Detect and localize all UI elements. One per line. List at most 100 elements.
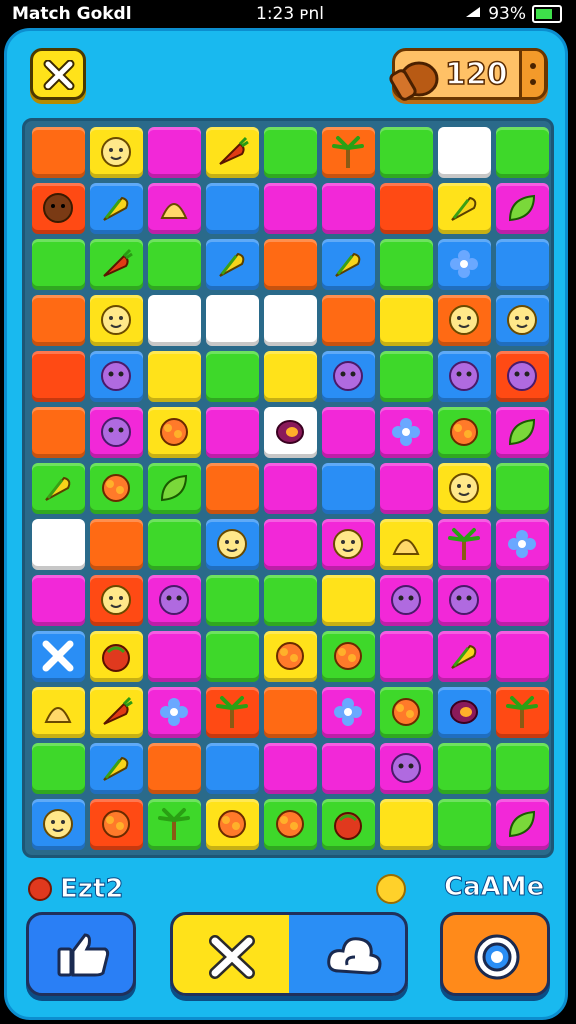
board-tile[interactable] [264,799,317,850]
board-tile[interactable] [90,631,143,682]
action-button-group[interactable] [170,912,408,996]
board-tile[interactable] [438,239,491,290]
board-tile[interactable] [438,351,491,402]
board-tile[interactable] [438,799,491,850]
board-tile[interactable] [206,351,259,402]
board-tile[interactable] [32,631,85,682]
board-tile[interactable] [496,687,549,738]
board-tile[interactable] [32,519,85,570]
board-tile[interactable] [90,519,143,570]
board-tile[interactable] [264,519,317,570]
board-tile[interactable] [206,239,259,290]
board-tile[interactable] [496,519,549,570]
board-tile[interactable] [148,351,201,402]
board-tile[interactable] [90,687,143,738]
board-tile[interactable] [322,631,375,682]
board-tile[interactable] [322,127,375,178]
board-tile[interactable] [264,463,317,514]
board-tile[interactable] [206,687,259,738]
board-tile[interactable] [148,519,201,570]
board-tile[interactable] [32,743,85,794]
board-tile[interactable] [148,575,201,626]
board-tile[interactable] [496,183,549,234]
board-tile[interactable] [148,183,201,234]
board-tile[interactable] [90,407,143,458]
board-tile[interactable] [322,351,375,402]
board-tile[interactable] [90,799,143,850]
board-tile[interactable] [264,743,317,794]
board-tile[interactable] [380,463,433,514]
board-tile[interactable] [496,127,549,178]
board-tile[interactable] [148,631,201,682]
board-tile[interactable] [32,351,85,402]
board-tile[interactable] [90,351,143,402]
board-tile[interactable] [438,687,491,738]
board-tile[interactable] [90,127,143,178]
board-tile[interactable] [206,295,259,346]
board-tile[interactable] [148,295,201,346]
board-tile[interactable] [380,407,433,458]
board-tile[interactable] [32,799,85,850]
board-tile[interactable] [148,687,201,738]
board-tile[interactable] [264,407,317,458]
board-tile[interactable] [496,743,549,794]
board-tile[interactable] [496,407,549,458]
board-tile[interactable] [264,631,317,682]
board-tile[interactable] [32,127,85,178]
board-tile[interactable] [380,799,433,850]
board-tile[interactable] [380,687,433,738]
board-tile[interactable] [380,127,433,178]
board-tile[interactable] [206,799,259,850]
board-tile[interactable] [496,799,549,850]
board-tile[interactable] [32,463,85,514]
board-tile[interactable] [496,239,549,290]
board-tile[interactable] [380,631,433,682]
board-tile[interactable] [322,407,375,458]
board-tile[interactable] [380,183,433,234]
board-tile[interactable] [496,575,549,626]
board-tile[interactable] [496,351,549,402]
board-tile[interactable] [206,407,259,458]
board-tile[interactable] [322,687,375,738]
board-tile[interactable] [264,127,317,178]
board-tile[interactable] [380,743,433,794]
board-tile[interactable] [264,575,317,626]
board-tile[interactable] [90,575,143,626]
board-tile[interactable] [438,183,491,234]
board-tile[interactable] [438,519,491,570]
board-tile[interactable] [496,295,549,346]
board-tile[interactable] [90,463,143,514]
board-tile[interactable] [322,575,375,626]
board-tile[interactable] [148,463,201,514]
board-tile[interactable] [264,351,317,402]
settings-button[interactable] [440,912,550,996]
board-tile[interactable] [206,519,259,570]
close-icon[interactable] [207,935,257,979]
board-tile[interactable] [264,239,317,290]
board-tile[interactable] [380,575,433,626]
close-button[interactable] [30,48,86,100]
board-tile[interactable] [438,127,491,178]
board-tile[interactable] [322,183,375,234]
board-tile[interactable] [206,463,259,514]
board-tile[interactable] [438,743,491,794]
board-tile[interactable] [32,239,85,290]
coin-counter[interactable]: 120 [389,48,548,101]
board-tile[interactable] [206,631,259,682]
board-tile[interactable] [264,687,317,738]
more-dots-icon[interactable] [519,48,547,100]
board-tile[interactable] [32,295,85,346]
board-tile[interactable] [206,127,259,178]
board-tile[interactable] [380,239,433,290]
board-tile[interactable] [322,463,375,514]
board-tile[interactable] [206,183,259,234]
board-tile[interactable] [90,183,143,234]
board-tile[interactable] [32,183,85,234]
board-tile[interactable] [90,239,143,290]
board-tile[interactable] [322,799,375,850]
like-button[interactable] [26,912,136,996]
board-tile[interactable] [438,631,491,682]
board-tile[interactable] [322,743,375,794]
cloud-icon[interactable] [325,931,385,981]
board-tile[interactable] [148,239,201,290]
